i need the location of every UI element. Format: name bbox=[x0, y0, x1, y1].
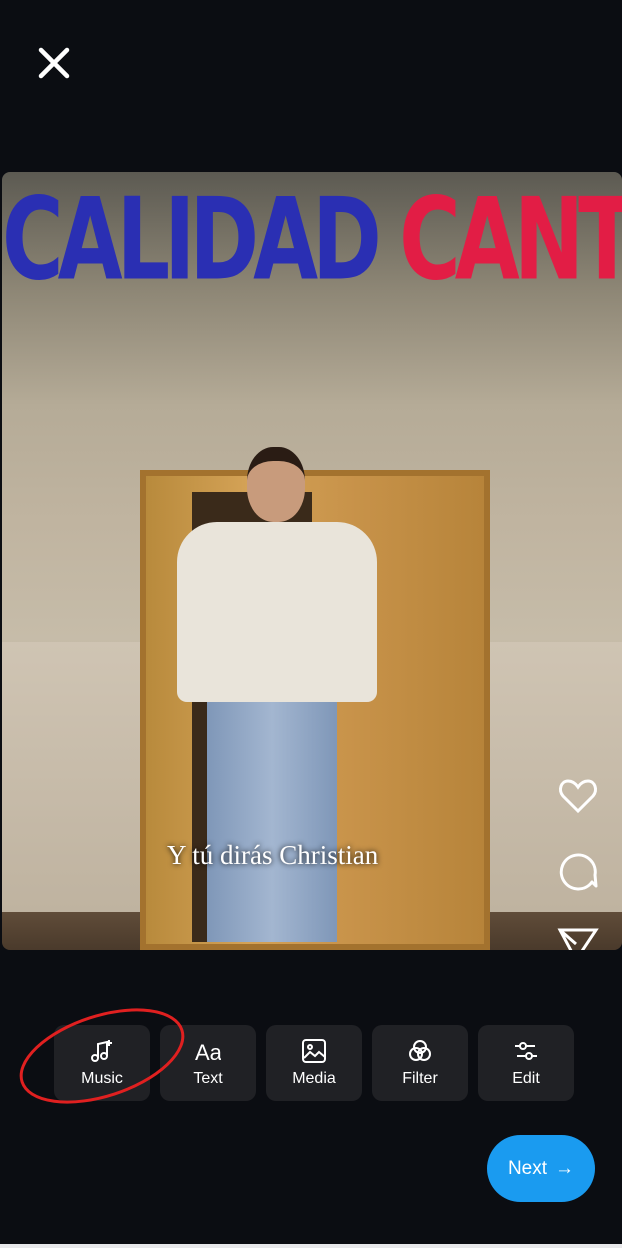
send-icon[interactable] bbox=[556, 924, 600, 950]
filter-button[interactable]: Filter bbox=[372, 1025, 468, 1101]
headline-left: CALIDAD bbox=[2, 173, 382, 306]
filter-label: Filter bbox=[402, 1070, 438, 1087]
comment-icon[interactable] bbox=[556, 848, 600, 892]
music-add-icon bbox=[91, 1040, 112, 1062]
media-label: Media bbox=[292, 1070, 336, 1087]
next-button[interactable]: Next → bbox=[487, 1135, 595, 1202]
bottom-edge bbox=[0, 1244, 622, 1248]
svg-text:Aa: Aa bbox=[195, 1040, 221, 1064]
edit-button[interactable]: Edit bbox=[478, 1025, 574, 1101]
video-caption: Y tú dirás Christian bbox=[167, 840, 379, 870]
arrow-right-icon: → bbox=[555, 1157, 575, 1179]
text-icon: Aa bbox=[195, 1040, 221, 1064]
video-headline: CALIDAD CANTIDAD bbox=[2, 172, 622, 296]
heart-icon[interactable] bbox=[556, 774, 600, 818]
video-preview[interactable]: CALIDAD CANTIDAD Y tú dirás Christian bbox=[2, 172, 622, 950]
headline-right: CANTIDAD bbox=[399, 173, 622, 306]
image-icon bbox=[302, 1039, 326, 1063]
next-label: Next bbox=[507, 1157, 548, 1179]
sliders-icon bbox=[515, 1042, 537, 1060]
text-button[interactable]: Aa Text bbox=[160, 1025, 256, 1101]
music-label: Music bbox=[81, 1070, 123, 1087]
music-button[interactable]: Music bbox=[54, 1025, 150, 1101]
media-button[interactable]: Media bbox=[266, 1025, 362, 1101]
person bbox=[167, 447, 377, 942]
edit-toolbar: Music Aa Text Media Filter Edit bbox=[54, 1025, 574, 1101]
text-label: Text bbox=[193, 1070, 223, 1087]
close-icon[interactable] bbox=[36, 45, 72, 81]
edit-label: Edit bbox=[512, 1070, 540, 1087]
filter-icon bbox=[409, 1040, 431, 1061]
